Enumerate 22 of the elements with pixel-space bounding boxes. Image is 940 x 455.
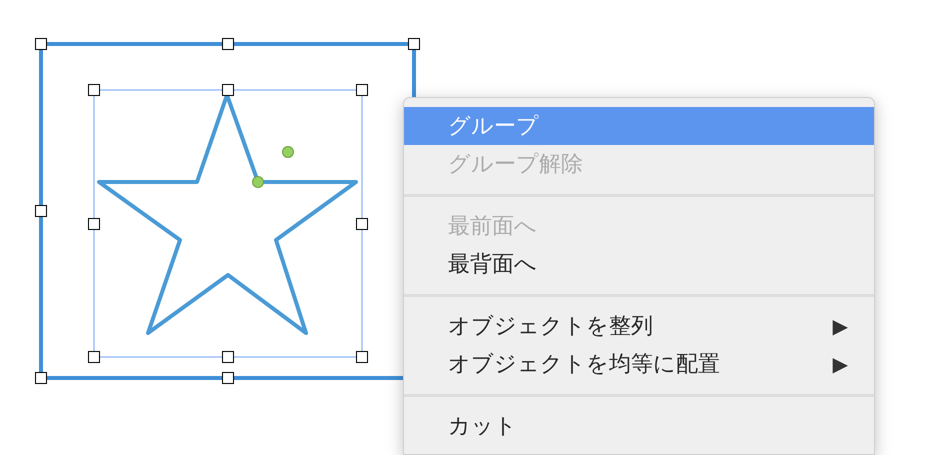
resize-handle[interactable] [356, 351, 368, 363]
resize-handle[interactable] [88, 84, 100, 96]
rotation-handle[interactable] [282, 146, 294, 158]
resize-handle[interactable] [222, 351, 234, 363]
resize-handle[interactable] [35, 205, 47, 217]
submenu-arrow-icon: ▶ [832, 311, 848, 341]
resize-handle[interactable] [356, 218, 368, 230]
resize-handle[interactable] [222, 38, 234, 50]
resize-handle[interactable] [35, 38, 47, 50]
menu-item[interactable]: カット [404, 407, 874, 445]
submenu-arrow-icon: ▶ [832, 349, 848, 379]
resize-handle[interactable] [408, 38, 420, 50]
resize-handle[interactable] [35, 372, 47, 384]
resize-handle[interactable] [222, 84, 234, 96]
resize-handle[interactable] [88, 351, 100, 363]
control-point[interactable] [252, 176, 264, 188]
resize-handle[interactable] [356, 84, 368, 96]
resize-handle[interactable] [88, 218, 100, 230]
menu-item[interactable]: オブジェクトを均等に配置 ▶ [404, 345, 874, 383]
resize-handle[interactable] [222, 372, 234, 384]
menu-item[interactable]: オブジェクトを整列 ▶ [404, 307, 874, 345]
menu-item[interactable]: 最背面へ [404, 245, 874, 283]
